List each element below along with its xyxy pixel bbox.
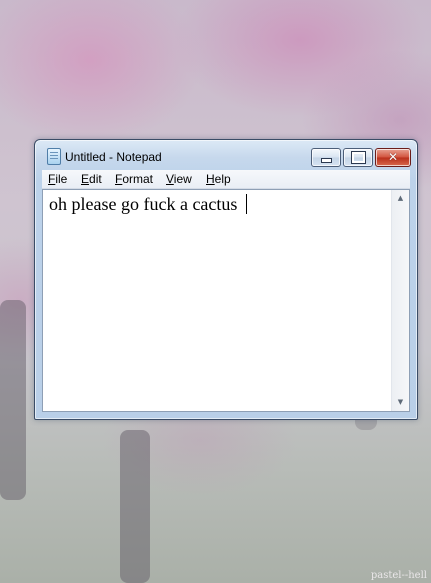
text-caret — [245, 194, 247, 214]
menu-view[interactable]: View — [166, 172, 192, 186]
menu-edit[interactable]: Edit — [81, 172, 102, 186]
minimize-button[interactable] — [311, 148, 341, 167]
watermark: pastel--hell — [370, 570, 427, 581]
notepad-icon — [47, 148, 61, 165]
menu-format[interactable]: Format — [115, 172, 153, 186]
tree-trunk — [0, 300, 26, 500]
vertical-scrollbar[interactable]: ▲ ▼ — [391, 190, 409, 411]
menu-file[interactable]: File — [48, 172, 67, 186]
notepad-window[interactable]: Untitled - Notepad ✕ File Edit Format Vi… — [34, 139, 418, 420]
text-editor[interactable]: oh please go fuck a cactus ▲ ▼ — [42, 189, 410, 412]
minimize-icon — [312, 149, 340, 166]
maximize-button[interactable] — [343, 148, 373, 167]
editor-content: oh please go fuck a cactus — [49, 194, 242, 214]
title-bar[interactable]: Untitled - Notepad ✕ — [35, 140, 417, 170]
close-icon: ✕ — [387, 150, 399, 164]
close-button[interactable]: ✕ — [375, 148, 411, 167]
maximize-icon — [344, 149, 372, 166]
scroll-down-icon[interactable]: ▼ — [392, 394, 409, 411]
menu-help[interactable]: Help — [206, 172, 231, 186]
window-title: Untitled - Notepad — [65, 150, 162, 164]
tree-trunk — [120, 430, 150, 583]
scroll-up-icon[interactable]: ▲ — [392, 190, 409, 207]
editor-text-line[interactable]: oh please go fuck a cactus — [49, 194, 247, 215]
menu-bar: File Edit Format View Help — [42, 170, 410, 189]
